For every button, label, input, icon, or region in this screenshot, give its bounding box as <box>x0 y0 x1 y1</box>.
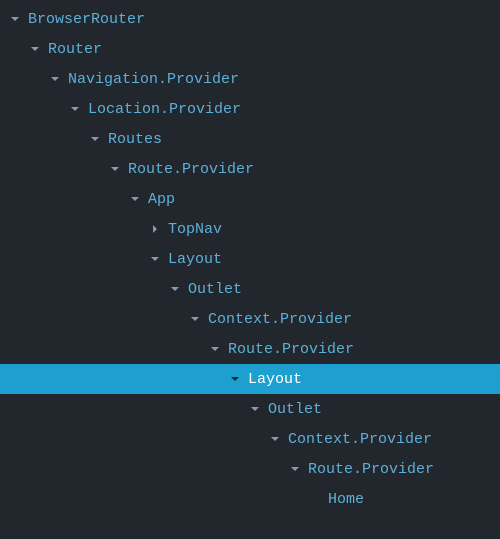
tree-row[interactable]: Navigation.Provider <box>0 64 500 94</box>
component-label: Navigation.Provider <box>68 71 239 88</box>
component-label: Outlet <box>268 401 322 418</box>
tree-row[interactable]: Route.Provider <box>0 334 500 364</box>
expand-arrow-down-icon[interactable] <box>128 192 142 206</box>
component-label: Layout <box>248 371 302 388</box>
component-label: Route.Provider <box>228 341 354 358</box>
component-label: Route.Provider <box>308 461 434 478</box>
expand-arrow-down-icon[interactable] <box>68 102 82 116</box>
expand-arrow-down-icon[interactable] <box>248 402 262 416</box>
component-label: Layout <box>168 251 222 268</box>
component-label: App <box>148 191 175 208</box>
tree-row[interactable]: Context.Provider <box>0 304 500 334</box>
expand-arrow-right-icon[interactable] <box>148 222 162 236</box>
tree-row[interactable]: Layout <box>0 244 500 274</box>
tree-row[interactable]: Route.Provider <box>0 154 500 184</box>
component-tree: BrowserRouter Router Navigation.Provider Lo… <box>0 4 500 514</box>
tree-row[interactable]: Context.Provider <box>0 424 500 454</box>
expand-arrow-down-icon[interactable] <box>108 162 122 176</box>
expand-arrow-down-icon[interactable] <box>148 252 162 266</box>
component-label: Home <box>328 491 364 508</box>
expand-arrow-down-icon[interactable] <box>48 72 62 86</box>
component-label: Location.Provider <box>88 101 241 118</box>
expand-arrow-down-icon[interactable] <box>228 372 242 386</box>
component-label: Context.Provider <box>288 431 432 448</box>
expand-arrow-down-icon[interactable] <box>208 342 222 356</box>
tree-row[interactable]: TopNav <box>0 214 500 244</box>
tree-row[interactable]: App <box>0 184 500 214</box>
expand-arrow-down-icon[interactable] <box>188 312 202 326</box>
component-label: Routes <box>108 131 162 148</box>
expand-arrow-down-icon[interactable] <box>88 132 102 146</box>
expand-arrow-down-icon[interactable] <box>28 42 42 56</box>
tree-row[interactable]: Route.Provider <box>0 454 500 484</box>
tree-row[interactable]: Outlet <box>0 274 500 304</box>
expand-arrow-down-icon[interactable] <box>288 462 302 476</box>
tree-row[interactable]: Location.Provider <box>0 94 500 124</box>
expand-arrow-down-icon[interactable] <box>8 12 22 26</box>
tree-row[interactable]: BrowserRouter <box>0 4 500 34</box>
component-label: Outlet <box>188 281 242 298</box>
expand-arrow-down-icon[interactable] <box>268 432 282 446</box>
tree-row[interactable]: Home <box>0 484 500 514</box>
tree-row[interactable]: Outlet <box>0 394 500 424</box>
component-label: Context.Provider <box>208 311 352 328</box>
tree-row[interactable]: Router <box>0 34 500 64</box>
component-label: Router <box>48 41 102 58</box>
tree-row[interactable]: Routes <box>0 124 500 154</box>
component-label: TopNav <box>168 221 222 238</box>
component-label: Route.Provider <box>128 161 254 178</box>
tree-row[interactable]: Layout <box>0 364 500 394</box>
expand-arrow-down-icon[interactable] <box>168 282 182 296</box>
component-label: BrowserRouter <box>28 11 145 28</box>
